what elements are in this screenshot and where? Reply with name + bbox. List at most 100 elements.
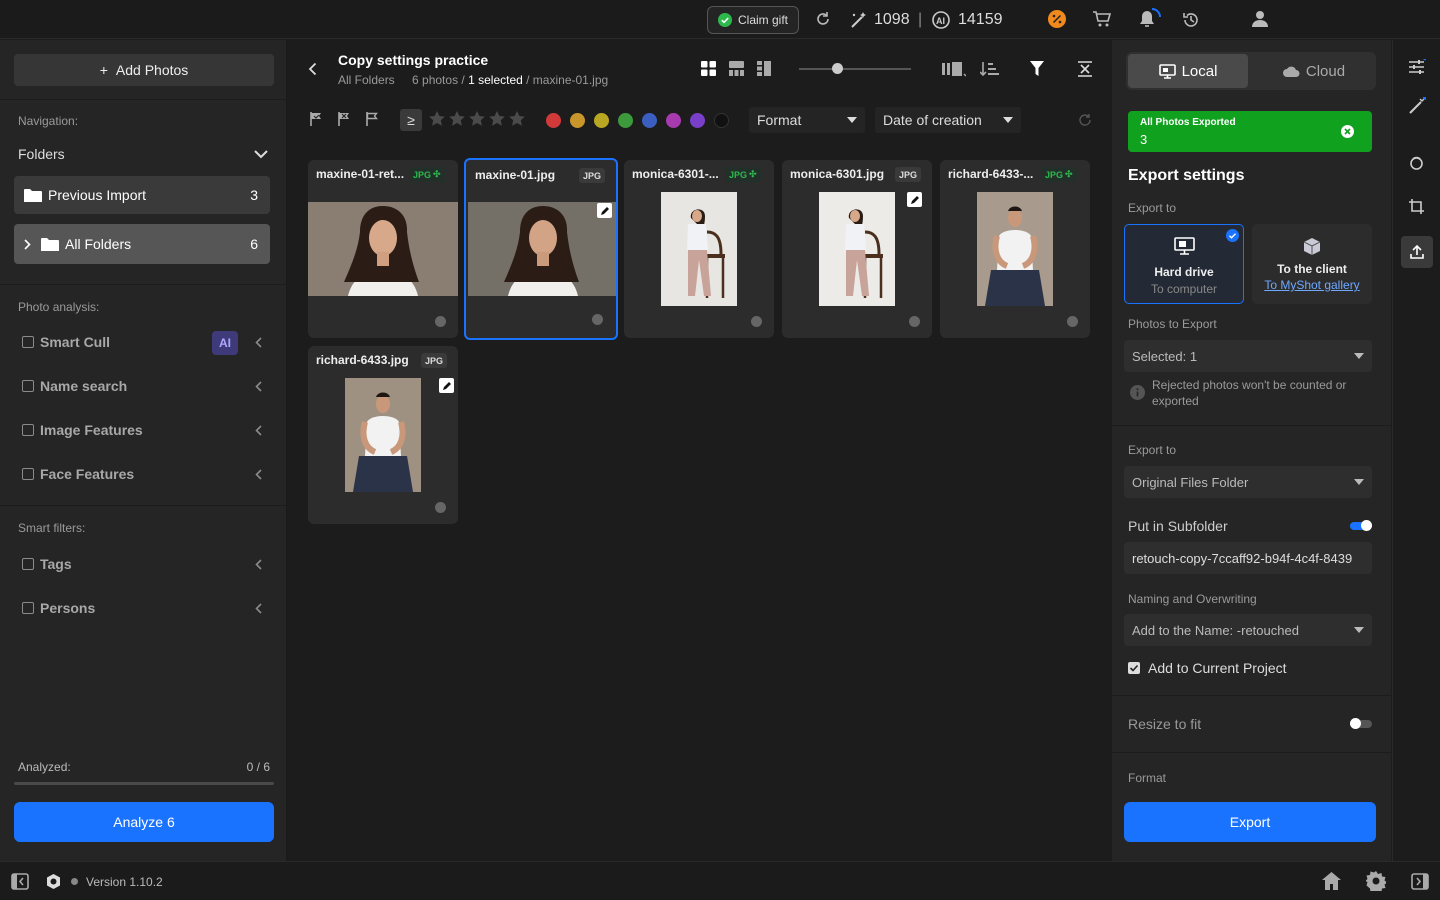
local-tab[interactable]: Local (1128, 54, 1248, 88)
tags-checkbox[interactable] (22, 558, 34, 570)
home-icon[interactable] (1322, 872, 1341, 890)
list-view-icon[interactable] (757, 61, 771, 76)
export-folder-select[interactable]: Original Files Folder (1124, 466, 1372, 498)
checkbox-checked-icon[interactable] (1128, 662, 1140, 674)
filter-tags[interactable]: Tags (22, 553, 262, 575)
chevron-left-icon[interactable] (255, 424, 262, 436)
chevron-left-icon[interactable] (255, 558, 262, 570)
color-label-blue[interactable] (642, 113, 657, 128)
face-features-checkbox[interactable] (22, 468, 34, 480)
user-icon[interactable] (1251, 10, 1269, 28)
star-icon[interactable] (429, 111, 527, 127)
claim-gift-button[interactable]: Claim gift (707, 6, 799, 34)
myshot-gallery-link[interactable]: To MyShot gallery (1252, 278, 1372, 292)
grid-view-icon[interactable] (701, 61, 716, 76)
selection-dot[interactable] (592, 314, 603, 325)
photo-card[interactable]: richard-6433-... JPG ✣ (940, 160, 1090, 338)
folders-dropdown[interactable]: Folders (18, 146, 268, 162)
chevron-left-icon[interactable] (255, 336, 262, 348)
discount-icon[interactable] (1048, 10, 1066, 28)
color-label-orange[interactable] (570, 113, 585, 128)
adjustments-icon[interactable] (1409, 59, 1426, 75)
format-dropdown[interactable]: Format (749, 107, 865, 133)
rating-compare-button[interactable]: ≥ (400, 109, 422, 131)
chevron-left-icon[interactable] (255, 602, 262, 614)
selection-dot[interactable] (1067, 316, 1078, 327)
close-icon[interactable] (1341, 125, 1354, 138)
analysis-name-search[interactable]: Name search (22, 375, 262, 397)
analysis-face-features[interactable]: Face Features (22, 463, 262, 485)
stack-icon[interactable] (942, 61, 966, 77)
color-label-green[interactable] (618, 113, 633, 128)
name-search-checkbox[interactable] (22, 380, 34, 392)
subfolder-toggle[interactable] (1350, 520, 1372, 531)
color-label-purple[interactable] (690, 113, 705, 128)
filter-persons[interactable]: Persons (22, 597, 262, 619)
sort-icon[interactable] (980, 61, 1004, 77)
format-dropdown-label: Format (757, 112, 802, 128)
cart-icon[interactable] (1092, 10, 1112, 28)
settings-gear-icon[interactable] (1366, 871, 1386, 891)
cloud-tab[interactable]: Cloud (1254, 54, 1374, 88)
flag-reject-icon[interactable] (338, 112, 351, 126)
crop-icon[interactable] (1409, 199, 1424, 214)
folder-icon (24, 188, 42, 203)
reset-filters-icon[interactable] (1078, 113, 1092, 127)
persons-checkbox[interactable] (22, 602, 34, 614)
photos-to-export-select[interactable]: Selected: 1 (1124, 340, 1372, 372)
filter-icon[interactable] (1030, 61, 1044, 76)
refresh-icon[interactable] (815, 10, 831, 28)
color-label-magenta[interactable] (666, 113, 681, 128)
analyze-button[interactable]: Analyze 6 (14, 802, 274, 842)
collapse-left-panel-icon[interactable] (11, 873, 29, 890)
history-icon[interactable] (1181, 10, 1201, 30)
add-photos-button[interactable]: + Add Photos (14, 54, 274, 86)
flag-pick-icon[interactable] (310, 112, 323, 126)
resize-toggle[interactable] (1350, 718, 1372, 729)
photo-thumbnail (977, 192, 1053, 306)
color-label-black[interactable] (714, 113, 729, 128)
add-to-project-option[interactable]: Add to Current Project (1128, 660, 1287, 676)
back-chevron-icon[interactable] (308, 62, 317, 76)
naming-select[interactable]: Add to the Name: -retouched (1124, 614, 1372, 646)
selection-dot[interactable] (435, 502, 446, 513)
photo-card[interactable]: monica-6301-... JPG ✣ (624, 160, 774, 338)
client-option[interactable]: To the client To MyShot gallery (1252, 224, 1372, 304)
photo-card[interactable]: richard-6433.jpg JPG (308, 346, 458, 524)
cloud-tab-label: Cloud (1305, 62, 1346, 80)
monitor-icon (1158, 63, 1176, 79)
zoom-slider[interactable] (799, 68, 911, 70)
flag-unflagged-icon[interactable] (366, 112, 379, 126)
collapse-right-panel-icon[interactable] (1411, 873, 1429, 890)
photo-card[interactable]: maxine-01-ret... JPG ✣ (308, 160, 458, 338)
hard-drive-option[interactable]: Hard drive To computer (1124, 224, 1244, 304)
chevron-left-icon[interactable] (255, 468, 262, 480)
sort-dropdown[interactable]: Date of creation (875, 107, 1021, 133)
selection-dot[interactable] (435, 316, 446, 327)
selection-dot[interactable] (751, 316, 762, 327)
retouch-brush-icon[interactable] (1409, 97, 1426, 114)
color-label-yellow[interactable] (594, 113, 609, 128)
notifications-icon[interactable] (1136, 6, 1164, 30)
color-label-red[interactable] (546, 113, 561, 128)
chevron-right-icon[interactable] (24, 238, 31, 250)
photo-card[interactable]: monica-6301.jpg JPG (782, 160, 932, 338)
breadcrumb-folder[interactable]: All Folders (338, 73, 395, 87)
smart-cull-checkbox[interactable] (22, 336, 34, 348)
mask-icon[interactable] (1409, 156, 1424, 171)
photos-to-export-value: Selected: 1 (1132, 348, 1198, 364)
divider (0, 284, 287, 285)
selection-dot[interactable] (909, 316, 920, 327)
export-button[interactable]: Export (1124, 802, 1376, 842)
folder-previous-import[interactable]: Previous Import 3 (14, 176, 270, 214)
analysis-image-features[interactable]: Image Features (22, 419, 262, 441)
collapse-icon[interactable] (1078, 61, 1092, 77)
photo-card-selected[interactable]: maxine-01.jpg JPG (464, 158, 618, 340)
folder-all-folders[interactable]: All Folders 6 (14, 224, 270, 264)
zoom-slider-handle[interactable] (832, 63, 843, 74)
chevron-left-icon[interactable] (255, 380, 262, 392)
image-features-checkbox[interactable] (22, 424, 34, 436)
subfolder-name-input[interactable]: retouch-copy-7ccaff92-b94f-4c4f-8439 (1124, 542, 1372, 574)
compact-view-icon[interactable] (729, 61, 744, 76)
export-tool-button[interactable] (1401, 236, 1433, 268)
